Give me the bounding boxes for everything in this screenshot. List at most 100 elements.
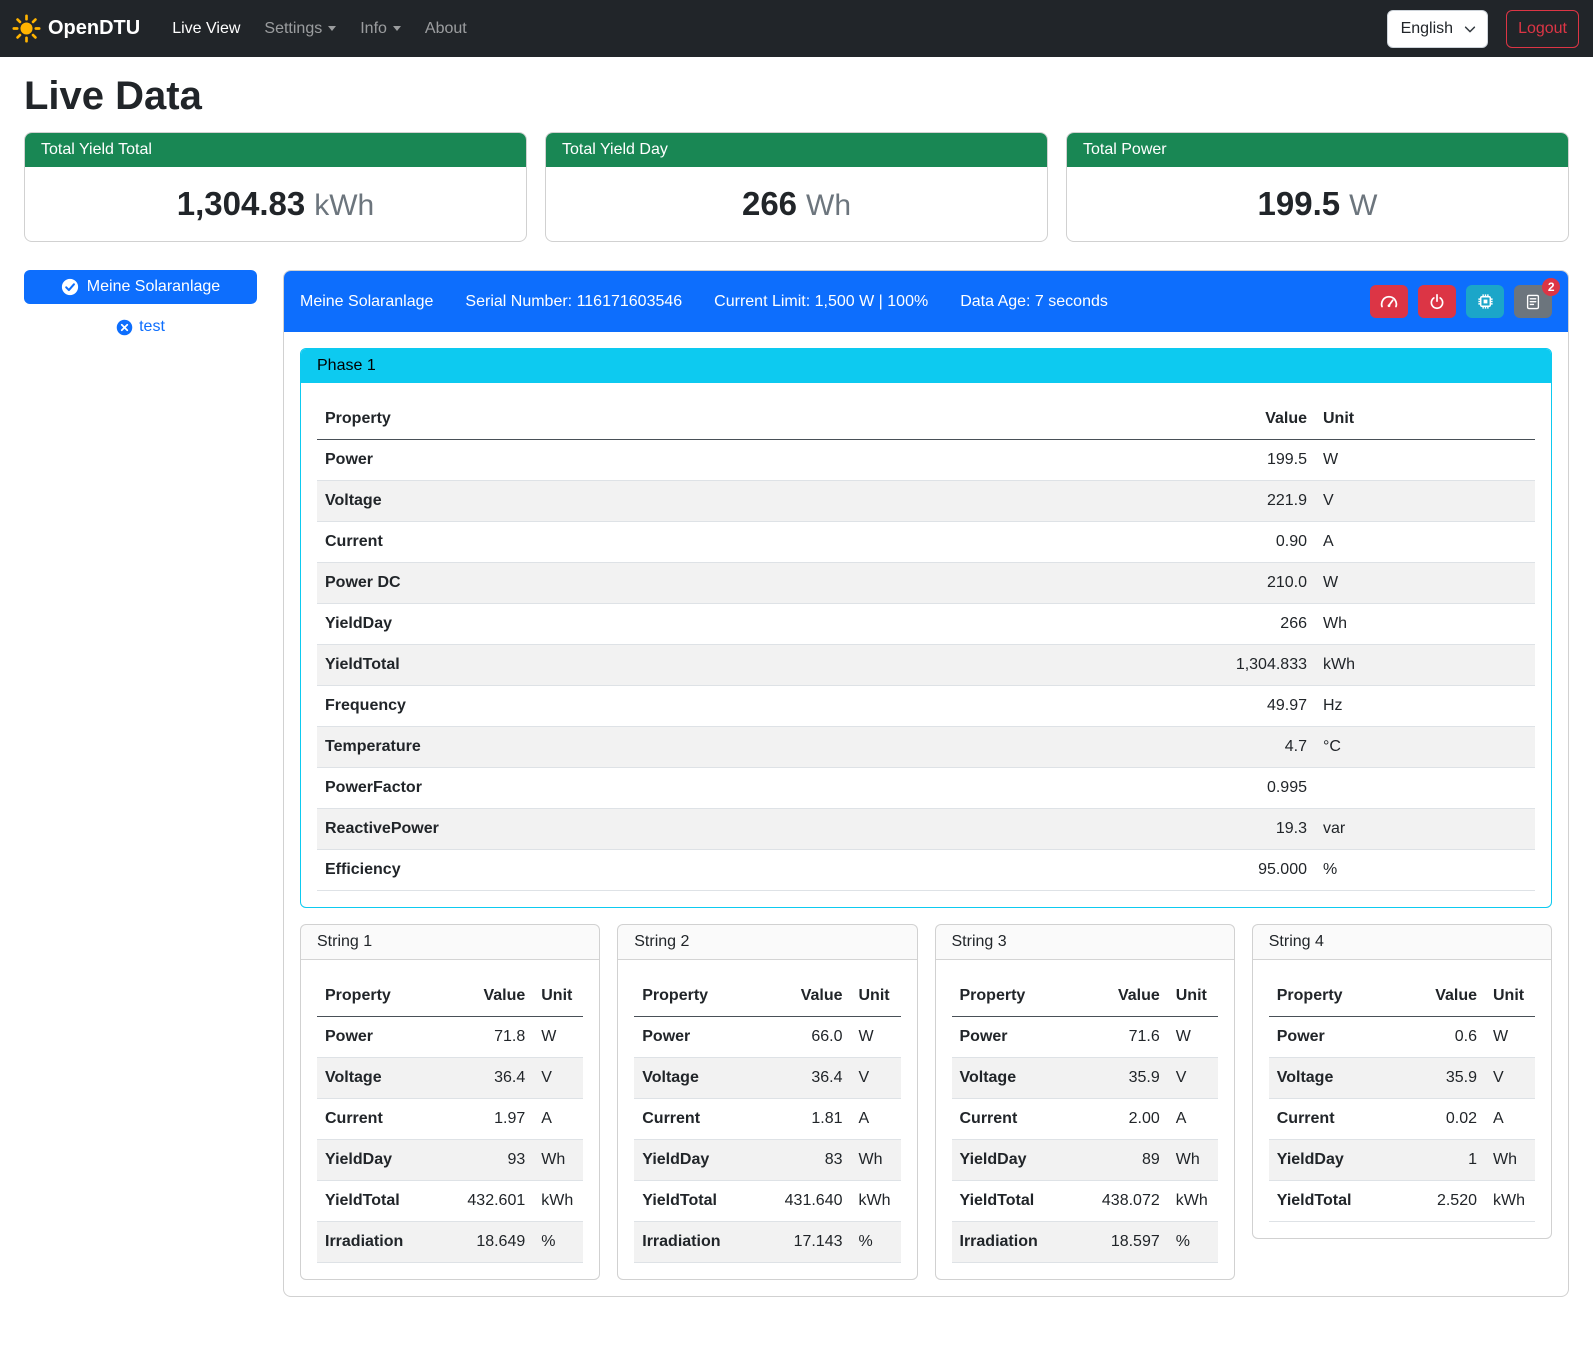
table-row: YieldDay 1 Wh (1269, 1140, 1535, 1181)
cell-unit: Wh (533, 1140, 583, 1181)
cell-value: 1.97 (438, 1099, 533, 1140)
cell-value: 18.649 (438, 1222, 533, 1263)
column-header-value: Value (438, 976, 533, 1017)
nav-item-about[interactable]: About (415, 12, 477, 46)
column-header-property: Property (317, 976, 438, 1017)
string-table: Property Value Unit Power (1269, 976, 1535, 1222)
cell-unit: V (851, 1058, 901, 1099)
cell-property: Voltage (317, 481, 1175, 522)
table-row: Power 0.6 W (1269, 1017, 1535, 1058)
table-header-row: Property Value Unit (634, 976, 900, 1017)
nav-item-live-view[interactable]: Live View (162, 12, 250, 46)
cell-value: 1 (1390, 1140, 1485, 1181)
column-header-value: Value (1390, 976, 1485, 1017)
cell-value: 4.7 (1175, 727, 1315, 768)
table-row: YieldTotal 2.520 kWh (1269, 1181, 1535, 1222)
phase-table: Property Value Unit Power (317, 399, 1535, 891)
inverter-sidebar: Meine Solaranlage test (24, 270, 257, 336)
string-table: Property Value Unit Power (952, 976, 1218, 1263)
cell-property: Voltage (317, 1058, 438, 1099)
language-select[interactable]: English (1387, 10, 1488, 48)
table-row: Irradiation 18.649 % (317, 1222, 583, 1263)
cell-value: 0.02 (1390, 1099, 1485, 1140)
nav-item-label: Live View (172, 20, 240, 38)
string-card-1: String 1 Property Value Unit (300, 924, 600, 1280)
table-header-row: Property Value Unit (952, 976, 1218, 1017)
cell-value: 71.6 (1073, 1017, 1168, 1058)
cell-unit: A (1315, 522, 1535, 563)
limit-settings-button[interactable] (1370, 285, 1408, 318)
cell-property: ReactivePower (317, 809, 1175, 850)
string-table: Property Value Unit Power (317, 976, 583, 1263)
table-row: YieldTotal 432.601 kWh (317, 1181, 583, 1222)
table-header-row: Property Value Unit (317, 399, 1535, 440)
cell-unit (1315, 768, 1535, 809)
string-card-title: String 4 (1253, 925, 1551, 960)
logout-button[interactable]: Logout (1506, 10, 1579, 48)
table-row: Current 1.81 A (634, 1099, 900, 1140)
strings-row: String 1 Property Value Unit (300, 924, 1552, 1280)
cell-unit: kWh (533, 1181, 583, 1222)
column-header-value: Value (756, 976, 851, 1017)
cell-property: Voltage (634, 1058, 755, 1099)
table-row: YieldDay 93 Wh (317, 1140, 583, 1181)
phase-panel: Phase 1 Property Value Unit (300, 348, 1552, 908)
cell-value: 35.9 (1390, 1058, 1485, 1099)
table-row: Power DC 210.0 W (317, 563, 1535, 604)
power-settings-button[interactable] (1418, 285, 1456, 318)
string-card-title: String 2 (618, 925, 916, 960)
cell-property: YieldDay (317, 1140, 438, 1181)
cell-property: Power (1269, 1017, 1390, 1058)
cell-value: 17.143 (756, 1222, 851, 1263)
cell-value: 221.9 (1175, 481, 1315, 522)
table-row: Voltage 35.9 V (952, 1058, 1218, 1099)
cell-property: YieldDay (317, 604, 1175, 645)
table-row: YieldTotal 431.640 kWh (634, 1181, 900, 1222)
table-row: Power 66.0 W (634, 1017, 900, 1058)
chevron-down-icon (393, 26, 401, 31)
table-row: Voltage 36.4 V (634, 1058, 900, 1099)
cell-unit: V (1485, 1058, 1535, 1099)
cell-property: Power (634, 1017, 755, 1058)
table-row: YieldTotal 1,304.833 kWh (317, 645, 1535, 686)
table-row: Power 71.6 W (952, 1017, 1218, 1058)
cpu-icon (1476, 292, 1495, 311)
cell-property: Frequency (317, 686, 1175, 727)
table-row: YieldDay 89 Wh (952, 1140, 1218, 1181)
cell-property: YieldTotal (317, 645, 1175, 686)
cell-unit: V (1168, 1058, 1218, 1099)
column-header-property: Property (317, 399, 1175, 440)
inverter-actions: 2 (1370, 285, 1552, 318)
nav-item-label: About (425, 20, 467, 38)
tag-label: test (139, 318, 165, 336)
cell-unit: W (1315, 440, 1535, 481)
cell-value: 2.520 (1390, 1181, 1485, 1222)
cell-value: 1,304.833 (1175, 645, 1315, 686)
nav-item-info[interactable]: Info (350, 12, 411, 46)
page-title: Live Data (24, 75, 1569, 118)
gauge-icon (1379, 292, 1399, 312)
cell-property: YieldTotal (634, 1181, 755, 1222)
inverter-limit: Current Limit: 1,500 W | 100% (714, 293, 928, 311)
event-log-button[interactable]: 2 (1514, 285, 1552, 318)
tag-filter-test[interactable]: test (24, 318, 257, 336)
cell-unit: kWh (851, 1181, 901, 1222)
brand[interactable]: OpenDTU (12, 14, 140, 43)
cell-property: YieldDay (952, 1140, 1073, 1181)
cell-property: PowerFactor (317, 768, 1175, 809)
nav-item-settings[interactable]: Settings (254, 12, 346, 46)
inverter-select-button[interactable]: Meine Solaranlage (24, 270, 257, 304)
summary-card-title: Total Yield Day (546, 133, 1047, 167)
brand-label: OpenDTU (48, 17, 140, 40)
cell-value: 49.97 (1175, 686, 1315, 727)
nav-links: Live View Settings Info About (162, 12, 477, 46)
cell-value: 438.072 (1073, 1181, 1168, 1222)
inverter-data-age: Data Age: 7 seconds (960, 293, 1108, 311)
navbar-right: English Logout (1387, 10, 1581, 48)
device-info-button[interactable] (1466, 285, 1504, 318)
table-row: Efficiency 95.000 % (317, 850, 1535, 891)
cell-property: Irradiation (952, 1222, 1073, 1263)
summary-card-total-yield-total: Total Yield Total 1,304.83kWh (24, 132, 527, 242)
summary-card-total-power: Total Power 199.5W (1066, 132, 1569, 242)
table-row: YieldDay 83 Wh (634, 1140, 900, 1181)
